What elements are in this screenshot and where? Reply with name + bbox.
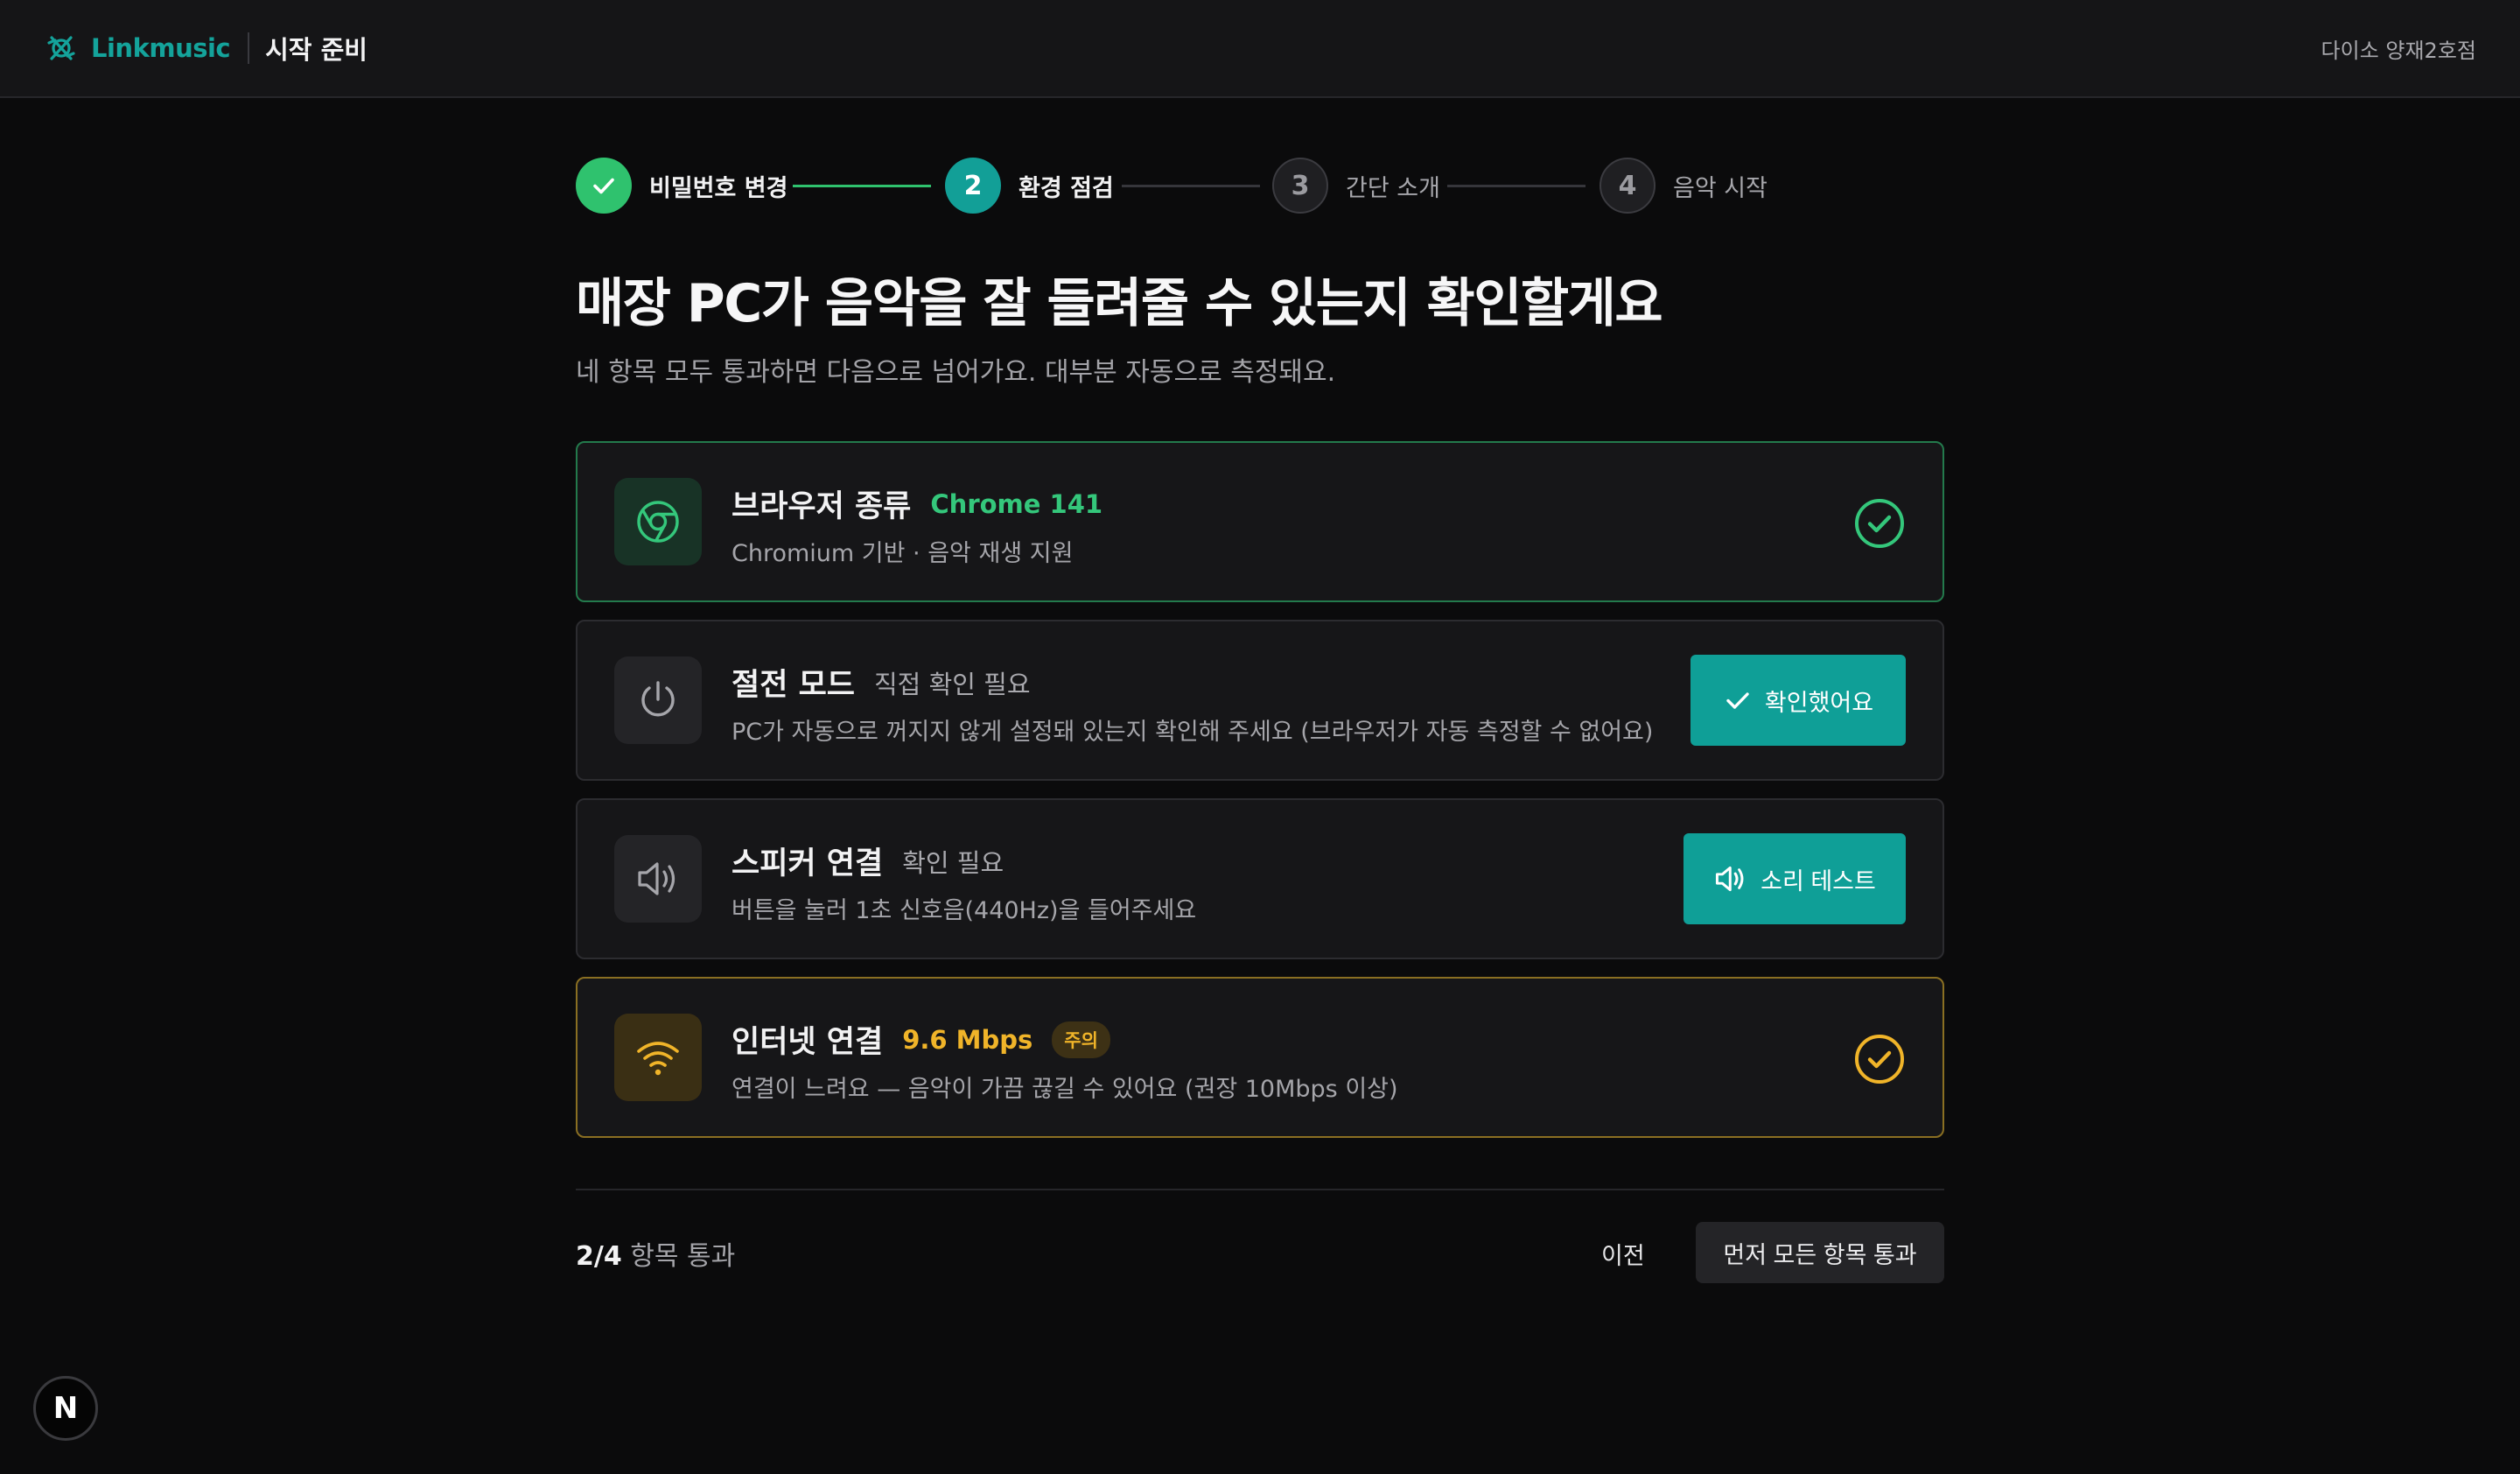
pass-count: 2/4	[576, 1241, 622, 1272]
step-label: 간단 소개	[1346, 174, 1440, 202]
card-description: 버튼을 눌러 1초 신호음(440Hz)을 들어주세요	[732, 897, 1197, 924]
confirm-power-button[interactable]: 확인했어요	[1690, 655, 1906, 746]
card-title: 인터넷 연결	[732, 1025, 884, 1060]
check-needed-tag: 확인 필요	[902, 847, 1004, 878]
wifi-icon	[614, 1014, 702, 1101]
previous-button[interactable]: 이전	[1584, 1224, 1662, 1283]
footer-divider	[576, 1189, 1944, 1190]
step-connector	[1447, 185, 1586, 187]
card-description: Chromium 기반 · 음악 재생 지원	[732, 540, 1074, 567]
step-label: 음악 시작	[1673, 174, 1768, 202]
card-title-row: 절전 모드 직접 확인 필요	[732, 660, 1031, 705]
card-title: 브라우저 종류	[732, 489, 912, 524]
check-card-browser: 브라우저 종류 Chrome 141 Chromium 기반 · 음악 재생 지…	[576, 441, 1944, 602]
progress-stepper: 비밀번호 변경 2 환경 점검 3 간단 소개 4 음악 시작	[576, 158, 1944, 214]
page-name: 시작 준비	[265, 35, 368, 65]
internet-speed: 9.6 Mbps	[902, 1024, 1033, 1055]
step-start-music: 4 음악 시작	[1600, 158, 1768, 214]
step-number: 2	[945, 158, 1001, 214]
step-environment-check: 2 환경 점검	[945, 158, 1114, 214]
step-intro: 3 간단 소개	[1272, 158, 1440, 214]
step-connector	[793, 185, 931, 187]
button-label: 확인했어요	[1764, 689, 1874, 716]
page-subtitle: 네 항목 모두 통과하면 다음으로 넘어가요. 대부분 자동으로 측정돼요.	[576, 357, 1336, 388]
nextjs-dev-badge[interactable]: N	[33, 1376, 98, 1441]
card-title-row: 브라우저 종류 Chrome 141	[732, 481, 1102, 526]
brand[interactable]: Linkmusic	[44, 31, 231, 66]
warning-check-circle-icon	[1853, 1033, 1906, 1085]
browser-version: Chrome 141	[930, 488, 1103, 519]
sound-test-button[interactable]: 소리 테스트	[1684, 833, 1906, 924]
nextjs-logo-icon: N	[52, 1391, 79, 1426]
step-complete-check-icon	[576, 158, 632, 214]
header-divider	[248, 32, 250, 64]
card-description: PC가 자동으로 꺼지지 않게 설정돼 있는지 확인해 주세요 (브라우저가 자…	[732, 719, 1654, 746]
card-title-row: 스피커 연결 확인 필요	[732, 839, 1004, 883]
card-title: 스피커 연결	[732, 846, 884, 881]
next-disabled-button[interactable]: 먼저 모든 항목 통과	[1696, 1222, 1944, 1283]
step-label: 환경 점검	[1018, 174, 1114, 202]
step-connector	[1122, 185, 1260, 187]
step-label: 비밀번호 변경	[649, 174, 788, 202]
step-number: 3	[1272, 158, 1328, 214]
linkmusic-logo-icon	[44, 31, 79, 66]
pass-check-circle-icon	[1853, 497, 1906, 550]
brand-name: Linkmusic	[91, 33, 231, 63]
check-card-speaker: 스피커 연결 확인 필요 버튼을 눌러 1초 신호음(440Hz)을 들어주세요…	[576, 798, 1944, 959]
step-password-change: 비밀번호 변경	[576, 158, 788, 214]
store-name: 다이소 양재2호점	[2320, 38, 2476, 63]
pass-label: 항목 통과	[630, 1241, 736, 1272]
card-description: 연결이 느려요 — 음악이 가끔 끊길 수 있어요 (권장 10Mbps 이상)	[732, 1076, 1398, 1103]
card-title-row: 인터넷 연결 9.6 Mbps 주의	[732, 1017, 1110, 1062]
check-card-internet: 인터넷 연결 9.6 Mbps 주의 연결이 느려요 — 음악이 가끔 끊길 수…	[576, 977, 1944, 1138]
step-number: 4	[1600, 158, 1656, 214]
power-icon	[614, 656, 702, 744]
check-card-power: 절전 모드 직접 확인 필요 PC가 자동으로 꺼지지 않게 설정돼 있는지 확…	[576, 620, 1944, 781]
pass-progress: 2/4 항목 통과	[576, 1234, 735, 1273]
page-title: 매장 PC가 음악을 잘 들려줄 수 있는지 확인할게요	[576, 273, 1663, 334]
warning-badge: 주의	[1052, 1021, 1110, 1058]
chrome-icon	[614, 478, 702, 565]
check-icon	[1726, 692, 1749, 709]
app-header: Linkmusic 시작 준비 다이소 양재2호점	[0, 0, 2520, 98]
speaker-icon	[614, 835, 702, 923]
manual-check-tag: 직접 확인 필요	[874, 669, 1031, 699]
speaker-icon	[1716, 866, 1744, 892]
card-title: 절전 모드	[732, 668, 855, 703]
button-label: 소리 테스트	[1760, 867, 1876, 895]
